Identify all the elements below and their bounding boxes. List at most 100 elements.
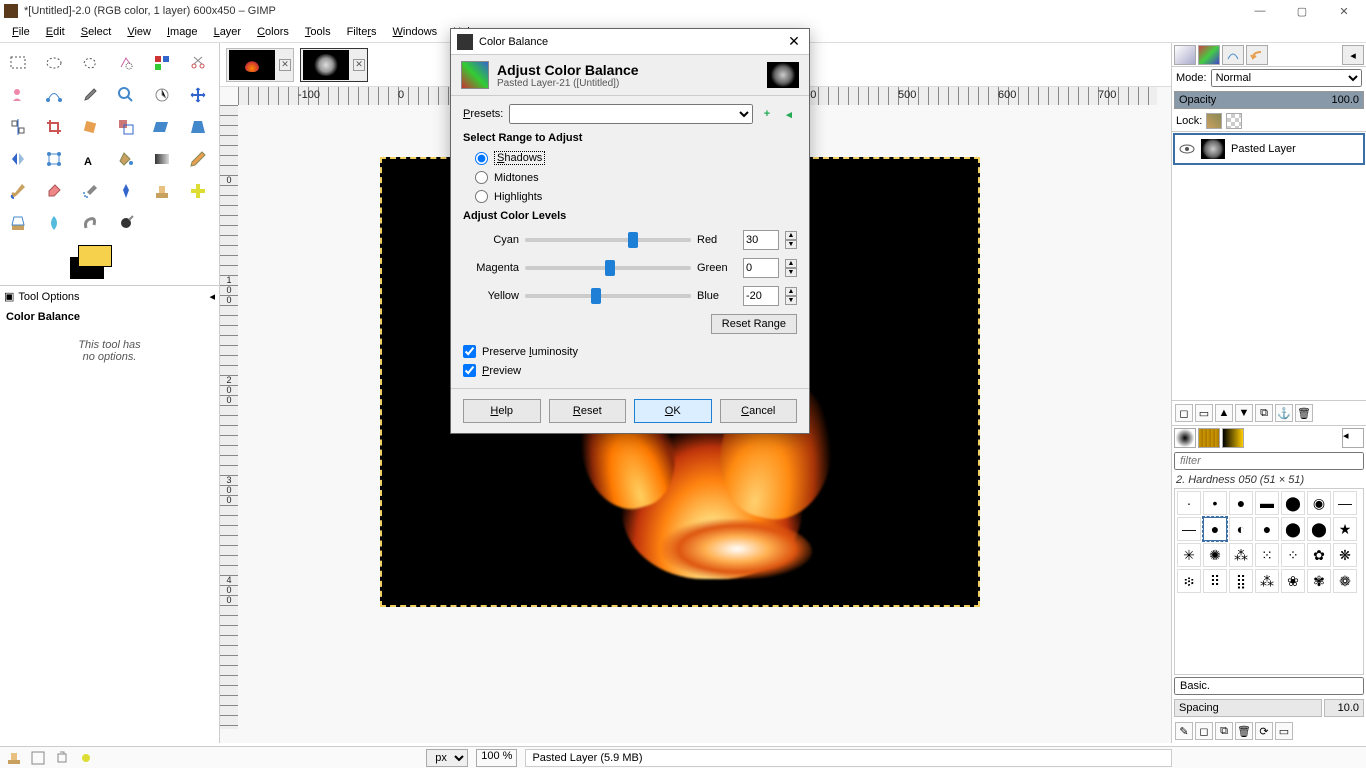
color-picker-tool[interactable] <box>74 81 106 109</box>
blue-value-input[interactable] <box>743 286 779 306</box>
ok-button[interactable]: OK <box>634 399 712 423</box>
dialog-titlebar[interactable]: Color Balance ✕ <box>451 29 809 55</box>
sb-icon-3[interactable] <box>54 750 70 766</box>
move-tool[interactable] <box>182 81 214 109</box>
cyan-red-slider[interactable] <box>525 238 691 242</box>
brushes-menu-icon[interactable]: ◂ <box>1342 428 1364 448</box>
new-layer-button[interactable]: ◻ <box>1175 404 1193 422</box>
menu-file[interactable]: File <box>4 24 38 40</box>
brush-item[interactable]: · <box>1177 491 1201 515</box>
brush-item[interactable]: ❀ <box>1281 569 1305 593</box>
sb-icon-1[interactable] <box>6 750 22 766</box>
perspective-clone-tool[interactable] <box>2 209 34 237</box>
mode-select[interactable]: Normal <box>1211 69 1362 87</box>
brush-item[interactable]: ⁂ <box>1229 543 1253 567</box>
brush-item[interactable]: • <box>1203 491 1227 515</box>
preview-checkbox[interactable] <box>463 364 476 377</box>
brush-item[interactable]: ⬤ <box>1307 517 1331 541</box>
scale-tool[interactable] <box>110 113 142 141</box>
fg-color-swatch[interactable] <box>78 245 112 267</box>
duplicate-brush-button[interactable]: ⧉ <box>1215 722 1233 740</box>
menu-image[interactable]: Image <box>159 24 206 40</box>
dodge-burn-tool[interactable] <box>110 209 142 237</box>
brush-item[interactable]: — <box>1333 491 1357 515</box>
brush-item-selected[interactable]: ● <box>1203 517 1227 541</box>
brush-item[interactable]: ◐ <box>1229 517 1253 541</box>
layer-group-button[interactable]: ▭ <box>1195 404 1213 422</box>
layer-name[interactable]: Pasted Layer <box>1231 143 1296 155</box>
pencil-tool[interactable] <box>182 145 214 173</box>
maximize-button[interactable]: ▢ <box>1290 3 1314 19</box>
heal-tool[interactable] <box>182 177 214 205</box>
bucket-fill-tool[interactable] <box>110 145 142 173</box>
visibility-icon[interactable] <box>1179 143 1195 155</box>
gradients-tab[interactable] <box>1222 428 1244 448</box>
brush-item[interactable]: ⬤ <box>1281 517 1305 541</box>
preserve-luminosity-label[interactable]: Preserve luminosity <box>482 346 578 358</box>
lock-alpha-icon[interactable] <box>1226 113 1242 129</box>
brush-item[interactable]: — <box>1177 517 1201 541</box>
zoom-display[interactable]: 100 % <box>476 749 517 767</box>
refresh-brush-button[interactable]: ⟳ <box>1255 722 1273 740</box>
cage-tool[interactable] <box>38 145 70 173</box>
midtones-radio[interactable] <box>475 171 488 184</box>
lower-layer-button[interactable]: ▼ <box>1235 404 1253 422</box>
clone-tool[interactable] <box>146 177 178 205</box>
undo-tab[interactable] <box>1246 45 1268 65</box>
brush-item[interactable]: ◉ <box>1307 491 1331 515</box>
free-select-tool[interactable] <box>74 49 106 77</box>
brush-item[interactable]: ✺ <box>1203 543 1227 567</box>
red-spin-down[interactable]: ▼ <box>785 240 797 249</box>
raise-layer-button[interactable]: ▲ <box>1215 404 1233 422</box>
doc-close-1[interactable]: ✕ <box>279 59 291 71</box>
crop-tool[interactable] <box>38 113 70 141</box>
tool-options-menu-icon[interactable]: ◂ <box>209 290 215 303</box>
green-spin-down[interactable]: ▼ <box>785 268 797 277</box>
brush-item[interactable]: ⁙ <box>1255 543 1279 567</box>
menu-colors[interactable]: Colors <box>249 24 297 40</box>
highlights-label[interactable]: Highlights <box>494 191 542 203</box>
minimize-button[interactable]: — <box>1248 3 1272 19</box>
paths-tab[interactable] <box>1222 45 1244 65</box>
scissors-tool[interactable] <box>182 49 214 77</box>
zoom-tool[interactable] <box>110 81 142 109</box>
shear-tool[interactable] <box>146 113 178 141</box>
brush-item[interactable]: ⣿ <box>1229 569 1253 593</box>
eraser-tool[interactable] <box>38 177 70 205</box>
layers-tab[interactable] <box>1174 45 1196 65</box>
duplicate-layer-button[interactable]: ⧉ <box>1255 404 1273 422</box>
brush-item[interactable]: ⬤ <box>1281 491 1305 515</box>
brush-item[interactable]: ▬ <box>1255 491 1279 515</box>
red-spin-up[interactable]: ▲ <box>785 231 797 240</box>
preview-label[interactable]: Preview <box>482 365 521 377</box>
sb-icon-2[interactable] <box>30 750 46 766</box>
menu-filters[interactable]: Filters <box>339 24 385 40</box>
airbrush-tool[interactable] <box>74 177 106 205</box>
midtones-label[interactable]: Midtones <box>494 172 539 184</box>
fuzzy-select-tool[interactable] <box>110 49 142 77</box>
brush-item[interactable]: ● <box>1255 517 1279 541</box>
brush-item[interactable]: ፨ <box>1177 569 1201 593</box>
open-brush-button[interactable]: ▭ <box>1275 722 1293 740</box>
brushes-tab[interactable] <box>1174 428 1196 448</box>
green-value-input[interactable] <box>743 258 779 278</box>
brush-preset-select[interactable] <box>1174 677 1364 695</box>
align-tool[interactable] <box>2 113 34 141</box>
brush-item[interactable]: ⠿ <box>1203 569 1227 593</box>
brush-filter-input[interactable] <box>1174 452 1364 470</box>
preset-menu-button[interactable]: ◂ <box>781 106 797 122</box>
edit-brush-button[interactable]: ✎ <box>1175 722 1193 740</box>
doc-close-2[interactable]: ✕ <box>353 59 365 71</box>
blur-tool[interactable] <box>38 209 70 237</box>
shadows-label[interactable]: Shadows <box>494 151 545 165</box>
menu-layer[interactable]: Layer <box>206 24 250 40</box>
anchor-layer-button[interactable]: ⚓ <box>1275 404 1293 422</box>
paths-tool[interactable] <box>38 81 70 109</box>
menu-edit[interactable]: Edit <box>38 24 73 40</box>
delete-layer-button[interactable]: 🗑 <box>1295 404 1313 422</box>
blue-spin-up[interactable]: ▲ <box>785 287 797 296</box>
color-swatches[interactable] <box>0 245 219 285</box>
ink-tool[interactable] <box>110 177 142 205</box>
shadows-radio[interactable] <box>475 152 488 165</box>
brush-item[interactable]: ❋ <box>1333 543 1357 567</box>
